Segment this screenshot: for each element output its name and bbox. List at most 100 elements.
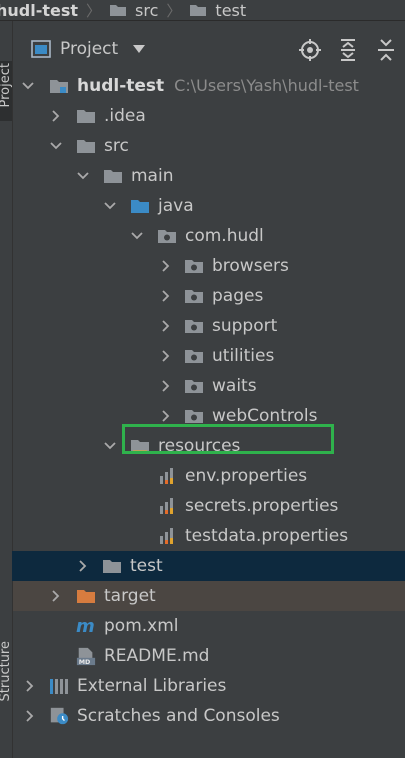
project-view-selector[interactable]: Project — [31, 39, 146, 59]
chevron-right-icon[interactable] — [23, 709, 37, 723]
tree-node-readme[interactable]: MD README.md — [13, 641, 405, 671]
tree-node-label: webControls — [212, 406, 318, 426]
tree-node-java[interactable]: java — [13, 191, 405, 221]
tree-node-file-secrets[interactable]: secrets.properties — [13, 491, 405, 521]
breadcrumb: hudl-test 〉 src 〉 test — [0, 0, 405, 21]
chevron-down-icon[interactable] — [21, 79, 35, 93]
chevron-right-icon[interactable] — [49, 589, 63, 603]
breadcrumb-item-test[interactable]: test — [189, 1, 246, 20]
maven-icon: m — [76, 616, 96, 636]
side-tab-structure[interactable]: Structure — [0, 641, 13, 741]
tree-node-package[interactable]: webControls — [13, 401, 405, 431]
tree-node-package[interactable]: browsers — [13, 251, 405, 281]
tree-node-label: pom.xml — [104, 616, 179, 636]
tree-node-label: Scratches and Consoles — [77, 706, 280, 726]
properties-file-icon — [157, 496, 177, 516]
tool-window-title: Project — [60, 39, 119, 59]
left-tool-strip: Project Structure — [0, 21, 13, 758]
package-icon — [184, 286, 204, 306]
tree-node-file[interactable]: testdata.properties — [13, 521, 405, 551]
folder-icon — [110, 5, 127, 16]
chevron-down-icon[interactable] — [130, 229, 144, 243]
breadcrumb-item-label: test — [215, 0, 247, 20]
properties-file-icon — [157, 466, 177, 486]
tree-node-label: browsers — [212, 256, 289, 276]
tree-node-package-root[interactable]: com.hudl — [13, 221, 405, 251]
tree-node-label: .idea — [104, 106, 146, 126]
breadcrumb-project[interactable]: hudl-test — [0, 1, 78, 20]
chevron-right-icon[interactable] — [49, 109, 63, 123]
chevron-right-icon[interactable] — [159, 319, 173, 333]
markdown-file-icon: MD — [76, 646, 96, 666]
collapse-all-button[interactable] — [367, 37, 405, 63]
locate-button[interactable] — [291, 37, 329, 63]
tree-node-label: test — [130, 556, 163, 576]
tool-window-actions — [291, 37, 405, 63]
side-tab-project[interactable]: Project — [0, 61, 13, 121]
tree-node-project-root[interactable]: hudl-test C:\Users\Yash\hudl-test — [13, 71, 405, 101]
tree-node-idea[interactable]: .idea — [13, 101, 405, 131]
chevron-right-icon[interactable] — [159, 259, 173, 273]
tree-node-test[interactable]: test — [12, 551, 405, 581]
tree-node-label: env.properties — [185, 466, 308, 486]
tree-node-label: pages — [212, 286, 264, 306]
tree-node-label: hudl-test C:\Users\Yash\hudl-test — [77, 76, 359, 96]
tree-node-label: target — [104, 586, 156, 606]
properties-file-icon — [157, 526, 177, 546]
tree-node-label: support — [212, 316, 278, 336]
tree-node-package[interactable]: waits — [13, 371, 405, 401]
tree-node-label: testdata.properties — [185, 526, 349, 546]
tree-node-label: java — [158, 196, 194, 216]
package-icon — [184, 376, 204, 396]
chevron-down-icon[interactable] — [103, 199, 117, 213]
tree-node-pom[interactable]: m pom.xml — [13, 611, 405, 641]
folder-icon — [190, 5, 207, 16]
tree-node-file[interactable]: env.properties — [13, 461, 405, 491]
side-tab-structure-label: Structure — [0, 641, 13, 702]
tree-node-label: src — [104, 136, 129, 156]
project-view-icon — [31, 40, 51, 58]
chevron-down-icon[interactable] — [132, 44, 146, 54]
tree-node-label: utilities — [212, 346, 275, 366]
package-icon — [157, 226, 177, 246]
tree-node-resources[interactable]: resources — [13, 431, 405, 461]
chevron-right-icon[interactable] — [159, 379, 173, 393]
chevron-right-icon[interactable] — [159, 289, 173, 303]
tree-node-label: README.md — [104, 646, 210, 666]
expand-all-icon — [341, 39, 355, 61]
collapse-all-icon — [378, 39, 394, 61]
chevron-right-icon[interactable] — [159, 349, 173, 363]
excluded-folder-icon — [76, 586, 96, 606]
package-icon — [184, 316, 204, 336]
tree-node-scratches[interactable]: Scratches and Consoles — [13, 701, 405, 731]
tree-node-label: main — [131, 166, 174, 186]
chevron-right-icon[interactable] — [23, 679, 37, 693]
chevron-right-icon[interactable] — [159, 409, 173, 423]
chevron-right-icon[interactable] — [76, 559, 90, 573]
side-tab-project-label: Project — [0, 63, 13, 108]
chevron-down-icon[interactable] — [103, 439, 117, 453]
scratches-icon — [49, 706, 69, 726]
tree-node-external-libraries[interactable]: External Libraries — [13, 671, 405, 701]
breadcrumb-separator: 〉 — [166, 1, 182, 20]
expand-all-button[interactable] — [329, 37, 367, 63]
project-tool-window-screen: hudl-test 〉 src 〉 test Project Structure… — [0, 0, 405, 758]
tree-node-package[interactable]: support — [13, 311, 405, 341]
folder-icon — [76, 106, 96, 126]
tree-node-package[interactable]: utilities — [13, 341, 405, 371]
module-folder-icon — [49, 76, 69, 96]
resources-folder-icon — [130, 436, 150, 456]
chevron-down-icon[interactable] — [76, 169, 90, 183]
tree-node-label: External Libraries — [77, 676, 227, 696]
svg-text:m: m — [76, 617, 95, 635]
chevron-down-icon[interactable] — [49, 139, 63, 153]
package-icon — [184, 256, 204, 276]
source-folder-icon — [130, 196, 150, 216]
tree-node-main[interactable]: main — [13, 161, 405, 191]
tree-node-src[interactable]: src — [13, 131, 405, 161]
project-tree: hudl-test C:\Users\Yash\hudl-test .idea s… — [12, 71, 405, 731]
tree-node-target[interactable]: target — [13, 581, 405, 611]
tree-node-package[interactable]: pages — [13, 281, 405, 311]
breadcrumb-item-src[interactable]: src — [109, 1, 158, 20]
svg-text:MD: MD — [79, 659, 91, 666]
